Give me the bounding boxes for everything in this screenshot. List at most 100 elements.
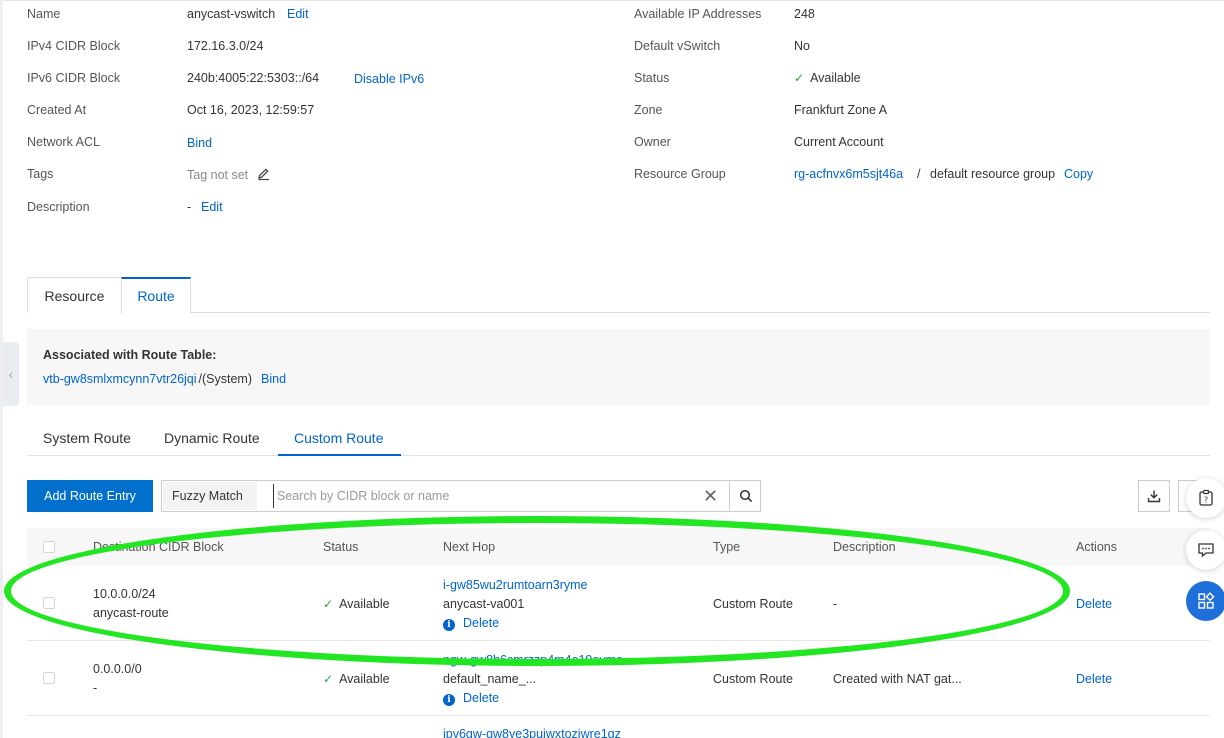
route-table-panel: Associated with Route Table: vtb-gw8smlx… [27, 329, 1210, 405]
type-value: Custom Route [713, 597, 793, 611]
help-button[interactable]: ? [1186, 478, 1224, 518]
search-box: Fuzzy Match ✕ [161, 480, 761, 512]
description-value: - [187, 200, 192, 214]
bind-route-table-link[interactable]: Bind [261, 372, 286, 386]
status-label: Status [634, 71, 670, 85]
tags-value: Tag not set [187, 168, 249, 182]
check-icon: ✓ [323, 672, 334, 686]
status-value: ✓ Available [794, 71, 861, 85]
description-value: Created with NAT gat... [833, 672, 962, 686]
apps-button[interactable] [1186, 581, 1224, 621]
fuzzy-match-select[interactable]: Fuzzy Match [163, 482, 257, 510]
info-icon: i [443, 619, 455, 631]
edit-name-link[interactable]: Edit [287, 7, 309, 21]
zone-value: Frankfurt Zone A [794, 103, 888, 117]
header-actions: Actions [1076, 540, 1117, 554]
route-subtabs: System Route Dynamic Route Custom Route [27, 420, 1210, 456]
resource-group-separator: / [917, 167, 921, 181]
next-hop-delete: i Delete [443, 616, 499, 631]
delete-route-link[interactable]: Delete [1076, 597, 1112, 611]
copy-link[interactable]: Copy [1064, 167, 1093, 181]
download-icon [1147, 490, 1161, 503]
cidr-value: 0.0.0.0/0 [93, 662, 142, 676]
tab-route[interactable]: Route [121, 277, 191, 314]
ipv6-label: IPv6 CIDR Block [27, 71, 121, 85]
bind-acl-link[interactable]: Bind [187, 136, 212, 150]
top-border [0, 0, 1224, 1]
download-button[interactable] [1138, 480, 1170, 512]
next-hop-link[interactable]: ngw-gw8b6cmrzzp4m4o19ovmo [443, 653, 623, 667]
pencil-icon[interactable] [257, 167, 271, 184]
search-button[interactable] [729, 480, 761, 512]
header-type: Type [713, 540, 741, 554]
grid-icon [1198, 592, 1215, 609]
owner-label: Owner [634, 135, 671, 149]
add-route-entry-button[interactable]: Add Route Entry [27, 480, 153, 512]
route-table-line: vtb-gw8smlxmcynn7vtr26jqi/(System) Bind [43, 372, 286, 386]
active-tab-underline [278, 454, 401, 456]
created-at-value: Oct 16, 2023, 12:59:57 [187, 103, 315, 117]
default-vswitch-value: No [794, 39, 810, 53]
header-cidr: Destination CIDR Block [93, 540, 224, 554]
ipv4-value: 172.16.3.0/24 [187, 39, 264, 53]
status-cell: ✓ Available [323, 597, 390, 611]
edit-description-link[interactable]: Edit [201, 200, 223, 214]
table-row: 0.0.0.0/0 - ✓ Available ngw-gw8b6cmrzzp4m… [27, 641, 1210, 716]
next-hop-link[interactable]: ipv6gw-gw8ye3puiwxtoziwre1gz [443, 727, 621, 738]
next-hop-name: default_name_... [443, 672, 537, 686]
feedback-button[interactable] [1186, 530, 1224, 570]
table-row: 10.0.0.0/24 anycast-route ✓ Available i-g… [27, 566, 1210, 641]
chevron-left-icon: ‹ [8, 366, 14, 382]
select-all-checkbox[interactable] [43, 541, 55, 553]
tab-custom-route[interactable]: Custom Route [294, 430, 383, 446]
default-vswitch-label: Default vSwitch [634, 39, 721, 53]
check-icon: ✓ [794, 71, 805, 85]
delete-next-hop-link[interactable]: Delete [463, 691, 499, 705]
header-status: Status [323, 540, 359, 554]
svg-text:?: ? [1204, 496, 1208, 505]
available-ip-value: 248 [794, 7, 815, 21]
search-icon [739, 489, 752, 503]
close-icon[interactable]: ✕ [703, 486, 718, 507]
resource-group-name: default resource group [930, 167, 1056, 181]
delete-next-hop-link[interactable]: Delete [463, 616, 499, 630]
network-acl-label: Network ACL [27, 135, 100, 149]
tags-label: Tags [27, 167, 54, 181]
route-table-title: Associated with Route Table: [43, 348, 217, 362]
header-description: Description [833, 540, 896, 554]
route-table-id-link[interactable]: vtb-gw8smlxmcynn7vtr26jqi [43, 372, 197, 386]
cidr-value: 10.0.0.0/24 [93, 587, 156, 601]
help-doc-icon: ? [1199, 489, 1213, 506]
description-value: - [833, 597, 838, 611]
disable-ipv6-link[interactable]: Disable IPv6 [354, 72, 424, 86]
tab-resource[interactable]: Resource [27, 277, 122, 313]
chat-icon [1198, 543, 1214, 558]
route-name: anycast-route [93, 606, 169, 620]
header-next-hop: Next Hop [443, 540, 496, 554]
collapse-sidebar-handle[interactable]: ‹ [3, 342, 19, 406]
tab-system-route[interactable]: System Route [43, 430, 131, 446]
status-cell: ✓ Available [323, 672, 390, 686]
name-value: anycast-vswitch [187, 7, 276, 21]
delete-route-link[interactable]: Delete [1076, 672, 1112, 686]
available-ip-label: Available IP Addresses [634, 7, 762, 21]
route-name: - [93, 681, 98, 695]
search-input[interactable] [273, 484, 693, 508]
owner-value: Current Account [794, 135, 884, 149]
next-hop-name: anycast-va001 [443, 597, 525, 611]
ipv4-label: IPv4 CIDR Block [27, 39, 121, 53]
zone-label: Zone [634, 103, 663, 117]
ipv6-value: 240b:4005:22:5303::/64 [187, 71, 320, 85]
tab-dynamic-route[interactable]: Dynamic Route [164, 430, 260, 446]
resource-group-id-link[interactable]: rg-acfnvx6m5sjt46a [794, 167, 903, 181]
row-checkbox[interactable] [43, 597, 55, 609]
row-checkbox[interactable] [43, 672, 55, 684]
description-label: Description [27, 200, 90, 214]
next-hop-link[interactable]: i-gw85wu2rumtoarn3ryme [443, 578, 588, 592]
table-row: ipv6gw-gw8ye3puiwxtoziwre1gz [27, 716, 1210, 738]
type-value: Custom Route [713, 672, 793, 686]
detail-tabs: Resource Route [27, 277, 1210, 314]
info-icon: i [443, 694, 455, 706]
next-hop-delete: i Delete [443, 691, 499, 706]
route-table-suffix: /(System) [198, 372, 253, 386]
